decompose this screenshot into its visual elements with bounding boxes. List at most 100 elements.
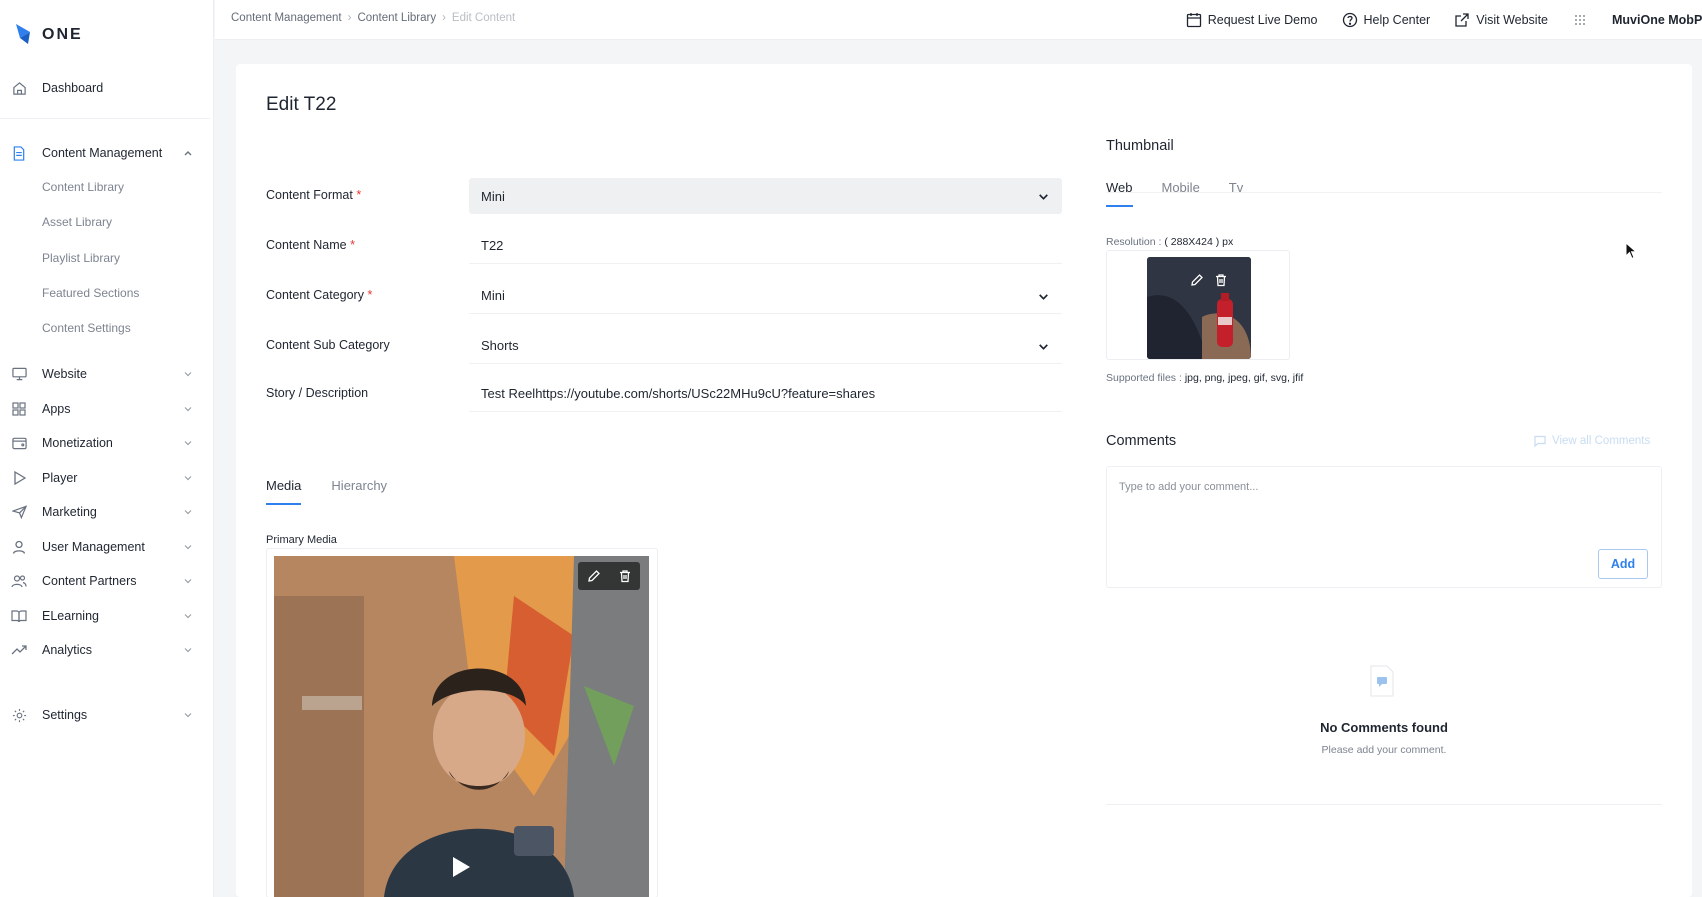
no-comments-subtitle: Please add your comment. bbox=[1321, 744, 1447, 756]
sidebar-subitem-featured-sections[interactable]: Featured Sections bbox=[42, 282, 139, 304]
apps-grid-button[interactable] bbox=[1572, 12, 1588, 28]
sidebar-item-monetization[interactable]: Monetization bbox=[0, 428, 214, 458]
chevron-down-icon bbox=[184, 441, 192, 446]
sidebar-item-marketing[interactable]: Marketing bbox=[0, 497, 214, 527]
chevron-down-icon bbox=[184, 614, 192, 619]
thumbnail-image[interactable] bbox=[1147, 257, 1251, 359]
visit-website-link[interactable]: Visit Website bbox=[1454, 12, 1548, 28]
sidebar-item-label: Marketing bbox=[42, 505, 97, 519]
top-actions: Request Live Demo Help Center Visit Webs… bbox=[1186, 0, 1702, 40]
breadcrumb-separator-icon: › bbox=[347, 12, 352, 24]
breadcrumb-current: Edit Content bbox=[451, 12, 516, 24]
primary-media-video[interactable] bbox=[274, 556, 649, 897]
content-format-select[interactable]: Mini bbox=[469, 178, 1062, 214]
sidebar-item-content-partners[interactable]: Content Partners bbox=[0, 566, 214, 596]
sidebar-item-content-management[interactable]: Content Management bbox=[0, 138, 214, 168]
visit-website-label: Visit Website bbox=[1476, 13, 1548, 27]
sidebar-item-analytics[interactable]: Analytics bbox=[0, 635, 214, 665]
sidebar-item-label: Player bbox=[42, 471, 78, 485]
no-comments-icon bbox=[1370, 665, 1394, 697]
chevron-down-icon bbox=[184, 545, 192, 550]
delete-media-icon[interactable] bbox=[618, 569, 632, 583]
help-center-label: Help Center bbox=[1363, 13, 1431, 27]
story-label: Story / Description bbox=[266, 386, 369, 400]
breadcrumb-content-management[interactable]: Content Management bbox=[231, 12, 342, 24]
sidebar-item-apps[interactable]: Apps bbox=[0, 394, 214, 424]
view-all-comments-label: View all Comments bbox=[1552, 435, 1651, 447]
sidebar-item-settings[interactable]: Settings bbox=[0, 700, 214, 730]
content-format-value: Mini bbox=[481, 188, 505, 204]
sidebar-item-elearning[interactable]: ELearning bbox=[0, 601, 214, 631]
sidebar-divider bbox=[0, 118, 210, 119]
media-tabs: Media Hierarchy bbox=[266, 478, 387, 505]
content-sub-category-value: Shorts bbox=[481, 338, 519, 353]
supported-files-text: Supported files : jpg, png, jpeg, gif, s… bbox=[1106, 372, 1304, 384]
document-icon bbox=[11, 145, 27, 161]
resolution-text: Resolution : ( 288X424 ) px bbox=[1106, 236, 1234, 248]
comment-input[interactable] bbox=[1119, 477, 1539, 497]
breadcrumb-content-library[interactable]: Content Library bbox=[357, 12, 436, 24]
story-value: Test Reelhttps://youtube.com/shorts/USc2… bbox=[481, 386, 876, 401]
play-video-icon[interactable] bbox=[451, 856, 471, 878]
content-category-label: Content Category * bbox=[266, 288, 373, 302]
tab-hierarchy[interactable]: Hierarchy bbox=[331, 478, 387, 493]
user-icon bbox=[11, 539, 27, 555]
sidebar-subitem-asset-library[interactable]: Asset Library bbox=[42, 211, 112, 233]
chevron-down-icon bbox=[1039, 344, 1048, 350]
comment-box: Add bbox=[1106, 466, 1662, 588]
chevron-down-icon bbox=[184, 579, 192, 584]
sidebar-item-label: Analytics bbox=[42, 643, 93, 657]
add-comment-button[interactable]: Add bbox=[1598, 549, 1648, 579]
chevron-up-icon bbox=[184, 151, 192, 156]
sidebar-item-website[interactable]: Website bbox=[0, 359, 214, 389]
request-live-demo-link[interactable]: Request Live Demo bbox=[1186, 12, 1318, 28]
thumbnail-actions bbox=[1185, 269, 1233, 291]
request-live-demo-label: Request Live Demo bbox=[1207, 13, 1318, 27]
sidebar-subitem-playlist-library[interactable]: Playlist Library bbox=[42, 247, 120, 269]
sidebar: ONE Dashboard Content Management Content… bbox=[0, 0, 214, 897]
content-category-select[interactable]: Mini bbox=[469, 278, 1062, 314]
edit-thumbnail-icon[interactable] bbox=[1190, 273, 1204, 287]
view-all-comments-link[interactable]: View all Comments bbox=[1534, 435, 1650, 447]
help-center-link[interactable]: Help Center bbox=[1342, 12, 1431, 28]
sidebar-item-dashboard[interactable]: Dashboard bbox=[0, 73, 214, 103]
content-name-input[interactable]: T22 bbox=[469, 228, 1062, 264]
send-icon bbox=[11, 504, 27, 520]
tab-media[interactable]: Media bbox=[266, 478, 302, 505]
content-name-label: Content Name * bbox=[266, 238, 355, 252]
logo[interactable]: ONE bbox=[14, 22, 83, 48]
sidebar-subitem-content-library[interactable]: Content Library bbox=[42, 176, 124, 198]
media-actions bbox=[578, 562, 640, 590]
story-textarea[interactable]: Test Reelhttps://youtube.com/shorts/USc2… bbox=[469, 376, 1062, 412]
sidebar-item-label: Settings bbox=[42, 708, 88, 722]
monitor-icon bbox=[11, 366, 27, 382]
sidebar-item-label: ELearning bbox=[42, 609, 99, 623]
external-link-icon bbox=[1455, 13, 1469, 27]
mouse-cursor-icon bbox=[1625, 242, 1637, 260]
comments-title: Comments bbox=[1106, 433, 1177, 449]
sidebar-subitem-content-settings[interactable]: Content Settings bbox=[42, 317, 131, 339]
edit-media-icon[interactable] bbox=[587, 569, 601, 583]
primary-media-label: Primary Media bbox=[266, 534, 337, 546]
sidebar-item-label: Monetization bbox=[42, 436, 113, 450]
chevron-down-icon bbox=[184, 510, 192, 515]
topbar: Content Management › Content Library › E… bbox=[215, 0, 1702, 40]
content-category-row: Content Category * Mini bbox=[266, 278, 1062, 314]
chevron-down-icon bbox=[1039, 294, 1048, 300]
content-sub-category-select[interactable]: Shorts bbox=[469, 328, 1062, 364]
content-category-value: Mini bbox=[481, 288, 505, 303]
sidebar-item-player[interactable]: Player bbox=[0, 463, 214, 493]
delete-thumbnail-icon[interactable] bbox=[1214, 273, 1228, 287]
sidebar-item-label: Apps bbox=[42, 402, 71, 416]
page-title: Edit T22 bbox=[266, 94, 337, 115]
chevron-down-icon bbox=[1039, 194, 1048, 200]
account-menu[interactable]: MuviOne MobP bbox=[1612, 13, 1702, 27]
video-preview-image bbox=[274, 556, 649, 897]
sidebar-item-user-management[interactable]: User Management bbox=[0, 532, 214, 562]
grid-icon bbox=[11, 401, 27, 417]
apps-grid-icon bbox=[1575, 15, 1585, 25]
chevron-down-icon bbox=[184, 648, 192, 653]
users-icon bbox=[11, 573, 27, 589]
help-circle-icon bbox=[1342, 12, 1357, 28]
logo-mark-icon bbox=[16, 24, 30, 44]
